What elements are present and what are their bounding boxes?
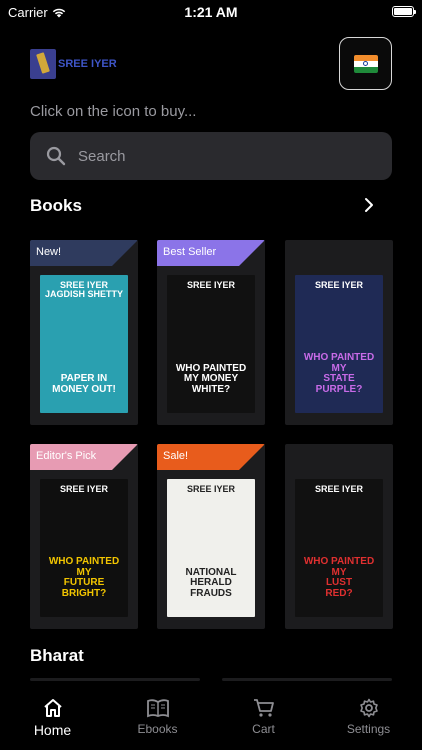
book-cover[interactable]: SREE IYER JAGDISH SHETTY PAPER IN MONEY O… <box>40 275 128 413</box>
book-cover-author: SREE IYER <box>314 280 363 290</box>
tab-home-label: Home <box>33 722 72 738</box>
books-section-title: Books <box>30 196 82 215</box>
bharat-card-edge[interactable] <box>30 678 200 681</box>
logo-book-icon <box>30 49 56 79</box>
book-card[interactable]: Sale! SREE IYER NATIONAL HERALD FRAUDS <box>157 444 265 629</box>
country-flag-button[interactable] <box>339 37 392 90</box>
book-cover-author: SREE IYER <box>186 280 235 290</box>
book-badge-label: Editor's Pick <box>36 450 97 462</box>
chevron-right-icon[interactable] <box>360 196 378 214</box>
battery-icon <box>392 6 416 17</box>
buy-hint-text: Click on the icon to buy... <box>30 103 197 120</box>
book-cover[interactable]: SREE IYER NATIONAL HERALD FRAUDS <box>167 479 255 617</box>
book-cover-author: SREE IYER <box>59 484 108 494</box>
book-cover[interactable]: SREE IYER WHO PAINTED MY STATE PURPLE? <box>295 275 383 413</box>
book-cover[interactable]: SREE IYER WHO PAINTED MY MONEY WHITE? <box>167 275 255 413</box>
book-cover-title: WHO PAINTED MY STATE PURPLE? <box>303 352 375 395</box>
book-badge-label: New! <box>36 246 62 258</box>
book-card[interactable]: SREE IYER WHO PAINTED MY STATE PURPLE? <box>285 240 393 425</box>
book-cover-author: SREE IYER <box>186 484 235 494</box>
book-card[interactable]: Best Seller SREE IYER WHO PAINTED MY MONEY… <box>157 240 265 425</box>
tab-cart-label: Cart <box>252 722 275 736</box>
book-badge: Best Seller <box>157 240 265 266</box>
book-badge: Editor's Pick <box>30 444 138 470</box>
tab-settings-label: Settings <box>346 722 391 736</box>
book-badge-label: Sale! <box>163 450 189 462</box>
search-icon <box>46 146 66 166</box>
brand-logo[interactable]: SREE IYER <box>30 46 120 82</box>
book-cover-title: WHO PAINTED MY FUTURE BRIGHT? <box>48 556 120 599</box>
home-icon <box>43 699 62 717</box>
status-bar: Carrier 1:21 AM <box>0 0 422 24</box>
book-cover[interactable]: SREE IYER WHO PAINTED MY FUTURE BRIGHT? <box>40 479 128 617</box>
cart-icon <box>253 699 274 717</box>
book-cover-title: NATIONAL HERALD FRAUDS <box>185 566 237 599</box>
tab-bar: Home Ebooks Cart Settings <box>0 686 422 750</box>
status-time: 1:21 AM <box>184 4 238 20</box>
book-card[interactable]: Editor's Pick SREE IYER WHO PAINTED MY FUT… <box>30 444 138 629</box>
gear-icon <box>359 698 378 718</box>
book-cover-title: WHO PAINTED MY MONEY WHITE? <box>175 362 247 395</box>
book-cover-author: SREE IYER JAGDISH SHETTY <box>44 280 123 300</box>
search-input[interactable] <box>78 147 358 165</box>
bharat-section-title: Bharat <box>30 646 84 665</box>
book-cover-author: SREE IYER <box>314 484 363 494</box>
book-card[interactable]: New! SREE IYER JAGDISH SHETTY PAPER IN MON… <box>30 240 138 425</box>
tab-settings[interactable]: Settings <box>316 686 421 746</box>
tab-ebooks-label: Ebooks <box>137 722 178 736</box>
book-badge: New! <box>30 240 138 266</box>
tab-ebooks[interactable]: Ebooks <box>105 686 210 746</box>
india-flag-icon <box>353 54 378 73</box>
book-badge-label: Best Seller <box>163 246 217 258</box>
tab-cart[interactable]: Cart <box>211 686 316 746</box>
tab-home[interactable]: Home <box>0 686 105 746</box>
book-cover[interactable]: SREE IYER WHO PAINTED MY LUST RED? <box>295 479 383 617</box>
book-cover-title: WHO PAINTED MY LUST RED? <box>303 556 375 599</box>
logo-text: SREE IYER <box>58 58 117 70</box>
book-cover-title: PAPER IN MONEY OUT! <box>52 373 116 395</box>
search-bar[interactable] <box>30 132 392 180</box>
book-open-icon <box>146 699 169 718</box>
book-card[interactable]: SREE IYER WHO PAINTED MY LUST RED? <box>285 444 393 629</box>
book-badge: Sale! <box>157 444 265 470</box>
bharat-card-edge[interactable] <box>222 678 392 681</box>
